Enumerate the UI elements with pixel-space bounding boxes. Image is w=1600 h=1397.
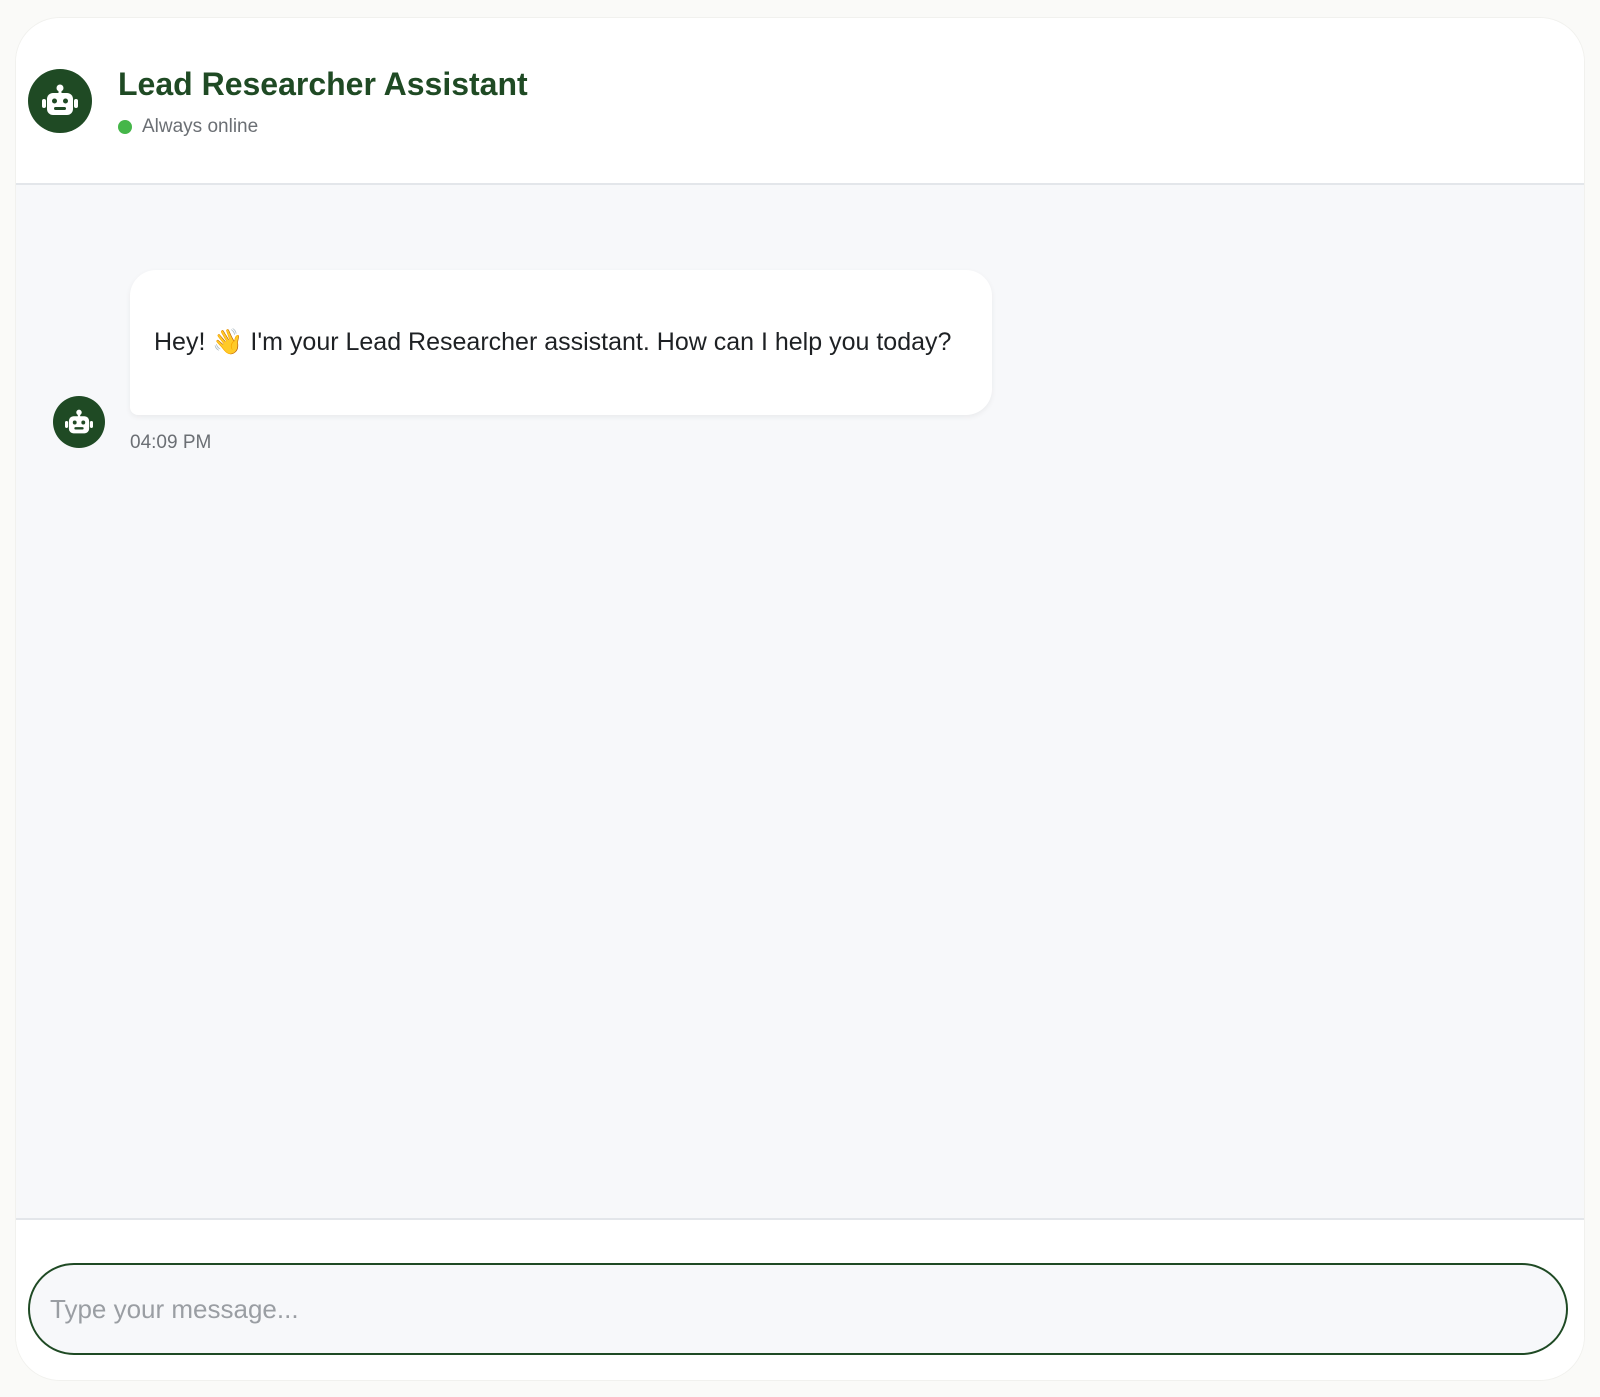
message-avatar: [53, 396, 105, 448]
message-list[interactable]: Hey! 👋 I'm your Lead Researcher assistan…: [16, 185, 1584, 1220]
message-composer: [16, 1220, 1584, 1380]
page-title: Lead Researcher Assistant: [118, 66, 528, 102]
assistant-avatar: [28, 69, 92, 133]
message-text: Hey! 👋 I'm your Lead Researcher assistan…: [154, 328, 952, 356]
chat-window: Lead Researcher Assistant Always online …: [16, 18, 1584, 1380]
status-text: Always online: [142, 116, 259, 137]
message-timestamp: 04:09 PM: [130, 432, 212, 453]
assistant-message-bubble: Hey! 👋 I'm your Lead Researcher assistan…: [130, 270, 992, 415]
chat-header: Lead Researcher Assistant Always online: [16, 18, 1584, 185]
online-status: Always online: [118, 116, 258, 138]
online-status-dot: [118, 120, 132, 134]
message-input[interactable]: [50, 1265, 1540, 1353]
robot-icon: [65, 409, 93, 433]
message-input-wrapper[interactable]: [28, 1263, 1568, 1355]
robot-icon: [42, 84, 78, 115]
